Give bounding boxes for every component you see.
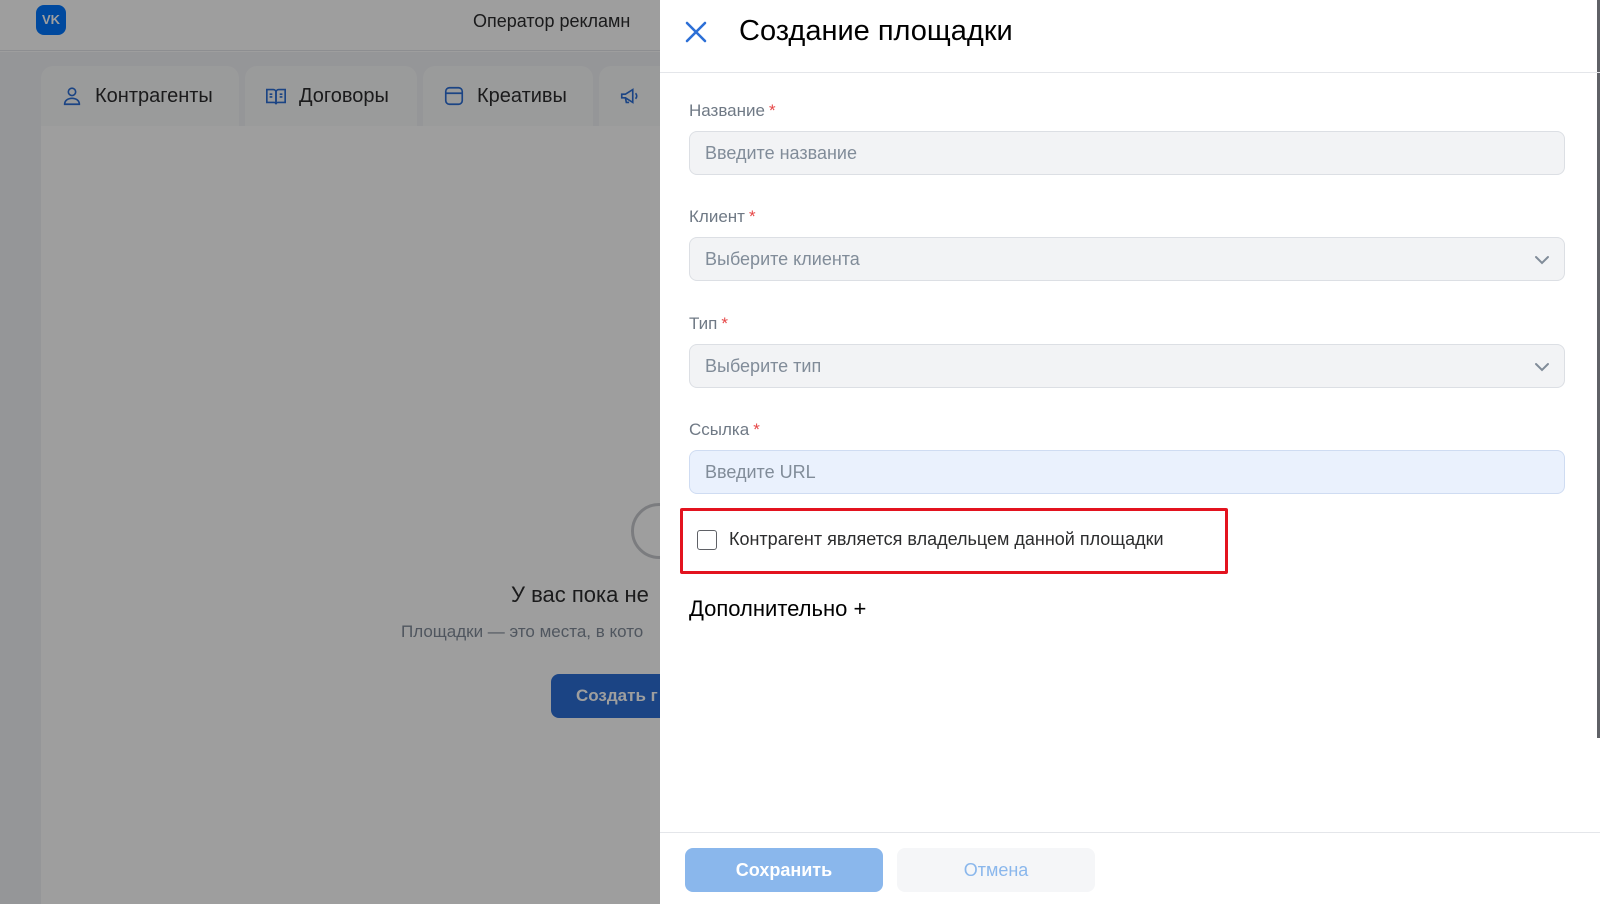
link-input[interactable] bbox=[690, 451, 1564, 493]
required-mark: * bbox=[753, 420, 760, 439]
type-select-placeholder: Выберите тип bbox=[705, 356, 822, 376]
cancel-button[interactable]: Отмена bbox=[897, 848, 1095, 892]
create-platform-drawer: Создание площадки Название* Клиент* Выбе… bbox=[660, 0, 1600, 904]
name-input[interactable] bbox=[690, 132, 1564, 174]
required-mark: * bbox=[721, 314, 728, 333]
type-field-label: Тип * bbox=[689, 314, 728, 334]
label-text: Клиент bbox=[689, 207, 745, 226]
name-field-label: Название * bbox=[689, 101, 776, 121]
link-field[interactable] bbox=[689, 450, 1565, 494]
owner-checkbox[interactable] bbox=[697, 530, 717, 550]
client-field-label: Клиент * bbox=[689, 207, 756, 227]
required-mark: * bbox=[748, 207, 756, 226]
client-select-placeholder: Выберите клиента bbox=[705, 249, 860, 269]
chevron-down-icon bbox=[1535, 256, 1549, 265]
modal-overlay[interactable] bbox=[0, 0, 660, 904]
label-text: Название bbox=[689, 101, 765, 120]
chevron-down-icon bbox=[1535, 363, 1549, 372]
drawer-footer: Сохранить Отмена bbox=[660, 832, 1600, 904]
name-field[interactable] bbox=[689, 131, 1565, 175]
label-text: Тип bbox=[689, 314, 718, 333]
owner-checkbox-label[interactable]: Контрагент является владельцем данной пл… bbox=[729, 529, 1164, 550]
required-mark: * bbox=[768, 101, 776, 120]
save-button[interactable]: Сохранить bbox=[685, 848, 883, 892]
client-select[interactable]: Выберите клиента bbox=[689, 237, 1565, 281]
drawer-title: Создание площадки bbox=[739, 15, 1013, 47]
link-field-label: Ссылка * bbox=[689, 420, 760, 440]
label-text: Ссылка bbox=[689, 420, 750, 439]
additional-toggle[interactable]: Дополнительно + bbox=[689, 596, 866, 622]
close-icon[interactable] bbox=[680, 16, 712, 48]
type-select[interactable]: Выберите тип bbox=[689, 344, 1565, 388]
drawer-header: Создание площадки bbox=[660, 0, 1600, 73]
